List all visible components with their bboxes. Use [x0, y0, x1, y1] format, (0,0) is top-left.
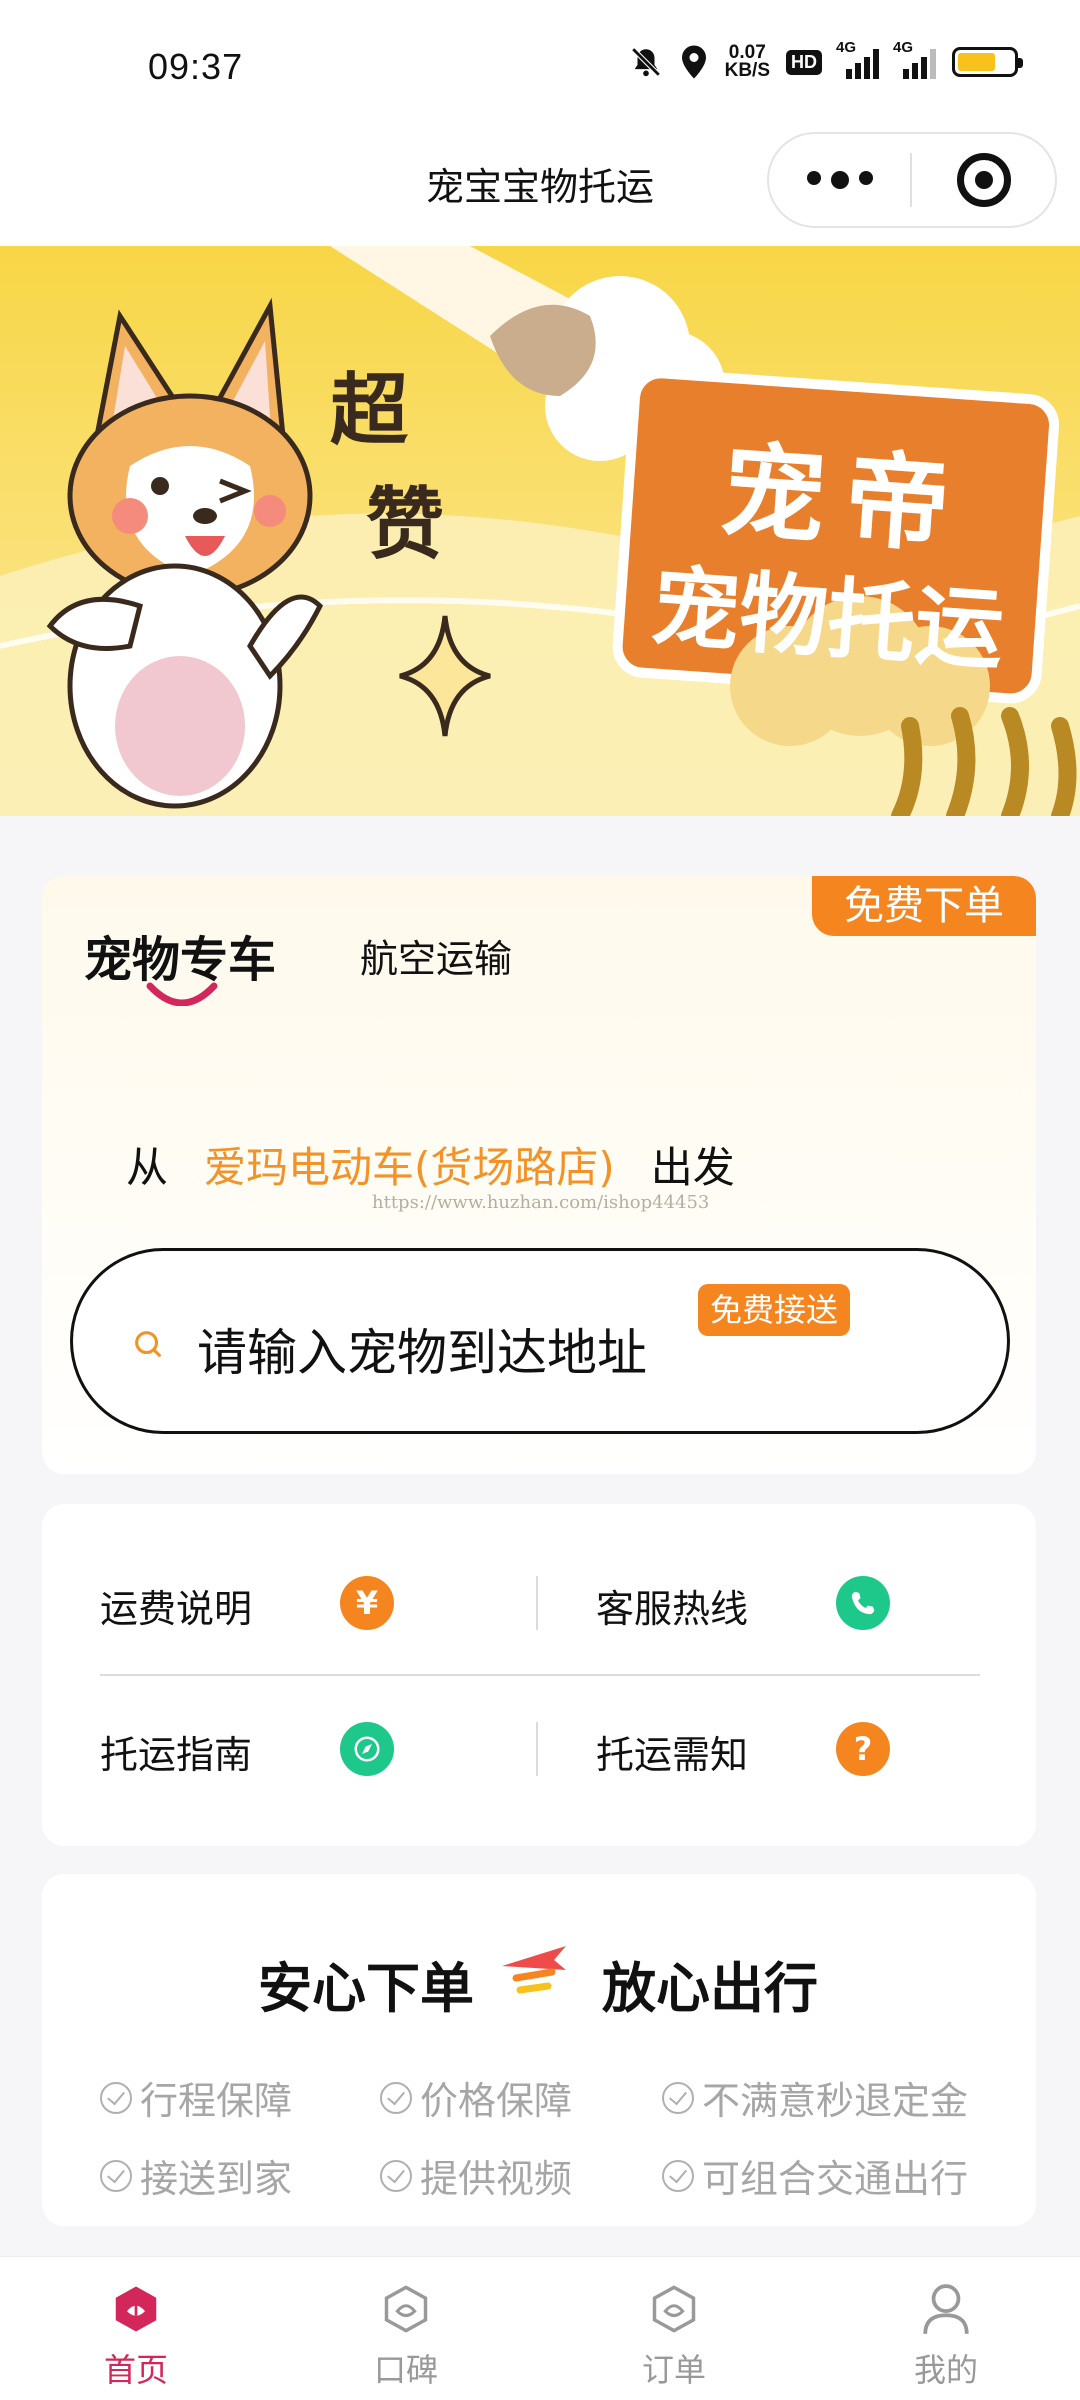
transport-card: 免费下单 宠物专车 航空运输 从 爱玛电动车(货场路店) 出发 https://…	[42, 876, 1036, 1474]
departure-suffix: 出发	[650, 1143, 735, 1192]
check-circle-icon	[662, 2081, 694, 2114]
service-guide[interactable]: 托运指南	[100, 1724, 252, 1779]
tab-label: 我的	[913, 2351, 978, 2389]
status-time: 09:37	[148, 46, 244, 87]
mini-program-capsule	[767, 132, 1057, 228]
tab-label: 订单	[641, 2351, 706, 2389]
promo-banner[interactable]: 超 赞 宠帝 宠物托运	[0, 246, 1080, 816]
service-label: 托运需知	[596, 1733, 749, 1777]
check-circle-icon	[100, 2081, 132, 2114]
home-icon	[66, 2281, 206, 2337]
battery-fill	[958, 53, 995, 71]
guarantee-title-left: 安心下单	[258, 1957, 474, 2020]
phone-icon	[836, 1576, 890, 1630]
guarantee-feature: 提供视频	[380, 2148, 572, 2203]
departure-prefix: 从	[126, 1143, 169, 1192]
guarantee-title-right: 放心出行	[602, 1957, 818, 2020]
service-shipping-fee[interactable]: 运费说明	[100, 1578, 252, 1633]
more-icon[interactable]	[769, 171, 910, 189]
feature-label: 提供视频	[420, 2157, 573, 2201]
destination-address-input[interactable]: 请输入宠物到达地址 免费接送	[70, 1248, 1010, 1434]
check-circle-icon	[380, 2081, 412, 2114]
signal-label: 4G	[893, 39, 914, 56]
guarantee-feature: 接送到家	[100, 2148, 292, 2203]
close-target-icon[interactable]	[912, 153, 1055, 207]
free-order-badge[interactable]: 免费下单	[812, 876, 1036, 936]
status-icons: 0.07 KB/S HD 4G 4G	[629, 39, 1023, 81]
guarantee-card: 安心下单 放心出行 行程保障 价格保障 不满意秒退定金 接送到家 提供视频 可组…	[42, 1874, 1036, 2226]
status-bar: 09:37 0.07 KB/S HD 4G 4G	[0, 0, 1080, 132]
tab-profile[interactable]: 我的	[876, 2281, 1016, 2391]
feature-label: 不满意秒退定金	[702, 2079, 969, 2123]
service-label: 运费说明	[100, 1587, 253, 1631]
profile-icon	[876, 2281, 1016, 2337]
service-notice[interactable]: 托运需知	[596, 1724, 748, 1779]
service-card: 运费说明 ¥ 客服热线 托运指南 托运需知 ?	[42, 1504, 1036, 1846]
nav-bar: 宠宝宝物托运	[0, 132, 1080, 246]
feature-label: 接送到家	[140, 2157, 293, 2201]
check-circle-icon	[100, 2159, 132, 2192]
service-label: 托运指南	[100, 1733, 253, 1777]
mute-bell-icon	[629, 45, 663, 79]
tab-active-indicator	[146, 982, 218, 1006]
divider	[536, 1722, 538, 1776]
banner-slogan: 宠物托运	[648, 554, 1007, 683]
tab-reputation[interactable]: 口碑	[336, 2281, 476, 2391]
feature-label: 行程保障	[140, 2079, 293, 2123]
divider	[100, 1674, 980, 1676]
banner-exclaim-1: 超	[330, 365, 409, 456]
signal-icon: 4G	[836, 39, 879, 79]
watermark: https://www.huzhan.com/ishop44453	[372, 1192, 710, 1213]
net-speed: 0.07 KB/S	[724, 43, 770, 81]
address-placeholder: 请输入宠物到达地址	[197, 1324, 647, 1382]
bottom-tab-bar: 首页 口碑 订单 我的	[0, 2256, 1080, 2400]
order-icon	[604, 2281, 744, 2337]
question-icon: ?	[836, 1722, 890, 1776]
banner-exclaim-2: 赞	[366, 479, 445, 570]
tab-label: 首页	[103, 2351, 168, 2389]
guarantee-feature: 价格保障	[380, 2070, 572, 2125]
plane-icon	[502, 1946, 566, 1994]
service-hotline[interactable]: 客服热线	[596, 1578, 748, 1633]
guarantee-feature: 行程保障	[100, 2070, 292, 2125]
guarantee-feature: 不满意秒退定金	[662, 2070, 968, 2125]
yuan-icon: ¥	[340, 1576, 394, 1630]
net-speed-unit: KB/S	[724, 60, 770, 81]
hd-icon: HD	[786, 49, 822, 75]
compass-icon	[340, 1722, 394, 1776]
tab-label: 口碑	[373, 2351, 438, 2389]
departure-store[interactable]: 爱玛电动车(货场路店)	[204, 1134, 615, 1195]
service-label: 客服热线	[596, 1587, 749, 1631]
battery-icon	[952, 47, 1023, 77]
departure-line: 从 爱玛电动车(货场路店) 出发	[126, 1134, 735, 1195]
search-icon	[131, 1327, 165, 1365]
location-icon	[679, 44, 709, 80]
guarantee-feature: 可组合交通出行	[662, 2148, 968, 2203]
divider	[536, 1576, 538, 1630]
tab-air-transport[interactable]: 航空运输	[360, 928, 512, 983]
check-circle-icon	[380, 2159, 412, 2192]
reputation-icon	[336, 2281, 476, 2337]
signal-label: 4G	[836, 39, 857, 56]
check-circle-icon	[662, 2159, 694, 2192]
free-pickup-badge: 免费接送	[698, 1284, 851, 1336]
tab-orders[interactable]: 订单	[604, 2281, 744, 2391]
feature-label: 价格保障	[420, 2079, 573, 2123]
feature-label: 可组合交通出行	[702, 2157, 969, 2201]
tab-home[interactable]: 首页	[66, 2281, 206, 2391]
signal-icon: 4G	[893, 39, 936, 79]
